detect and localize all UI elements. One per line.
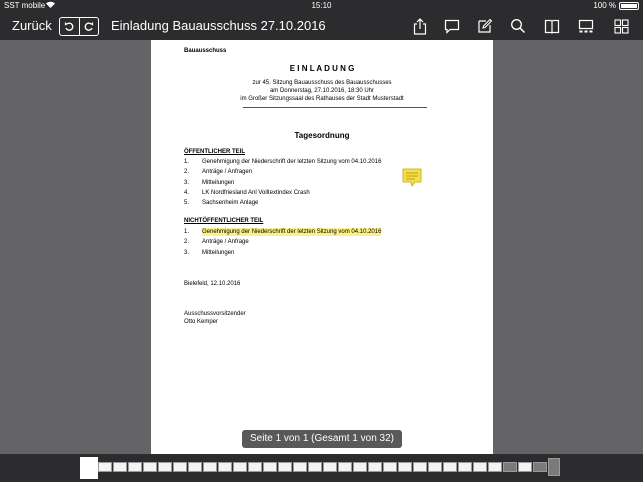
text-highlight[interactable]: Genehmigung der Niederschrift der letzte… bbox=[202, 228, 382, 236]
search-button[interactable] bbox=[509, 17, 527, 35]
organizer-label: Bauausschuss bbox=[184, 48, 227, 54]
page-thumbnail[interactable] bbox=[413, 462, 427, 472]
share-icon bbox=[413, 17, 427, 35]
comment-button[interactable] bbox=[443, 17, 461, 35]
signer-role: Ausschussvorsitzender bbox=[184, 311, 246, 317]
page-thumbnail[interactable] bbox=[533, 462, 547, 472]
page-thumbnail[interactable] bbox=[173, 462, 187, 472]
search-icon bbox=[511, 19, 526, 34]
page-thumbnail[interactable] bbox=[443, 462, 457, 472]
page-thumbnail[interactable] bbox=[338, 462, 352, 472]
agenda-title: Tagesordnung bbox=[294, 131, 350, 140]
pencil-square-icon bbox=[478, 18, 493, 33]
page-thumbnail[interactable] bbox=[428, 462, 442, 472]
page-thumbnail[interactable] bbox=[143, 462, 157, 472]
page-thumbnail[interactable] bbox=[383, 462, 397, 472]
reading-mode-button[interactable] bbox=[543, 17, 561, 35]
filmstrip-icon bbox=[578, 19, 594, 32]
page-thumbnail[interactable] bbox=[80, 457, 98, 479]
intro-line: im Großer Sitzungssaal des Rathauses der… bbox=[240, 96, 404, 102]
page-thumbnail[interactable] bbox=[323, 462, 337, 472]
comment-icon bbox=[444, 19, 460, 34]
thumbnail-strip-button[interactable] bbox=[577, 17, 595, 35]
undo-icon bbox=[64, 22, 74, 31]
page-thumbnail[interactable] bbox=[503, 462, 517, 472]
redo-icon bbox=[84, 22, 94, 31]
page-thumbnail[interactable] bbox=[263, 462, 277, 472]
page-thumbnail[interactable] bbox=[473, 462, 487, 472]
signer-name: Otto Kemper bbox=[184, 319, 219, 325]
document-title: Einladung Bauausschuss 27.10.2016 bbox=[111, 18, 326, 33]
page-thumbnail[interactable] bbox=[203, 462, 217, 472]
share-button[interactable] bbox=[411, 17, 429, 35]
undo-redo-group bbox=[59, 17, 99, 36]
page-thumbnail[interactable] bbox=[458, 462, 472, 472]
page-thumbnail[interactable] bbox=[188, 462, 202, 472]
edit-button[interactable] bbox=[476, 17, 494, 35]
page-thumbnail[interactable] bbox=[368, 462, 382, 472]
page-thumbnail[interactable] bbox=[548, 458, 560, 476]
page-thumbnail[interactable] bbox=[98, 462, 112, 472]
divider bbox=[243, 107, 427, 108]
page-thumbnail[interactable] bbox=[353, 462, 367, 472]
battery-indicator: 100 % bbox=[593, 0, 639, 12]
page-thumbnail[interactable] bbox=[113, 462, 127, 472]
page-thumbnail[interactable] bbox=[293, 462, 307, 472]
intro-line: zur 45. Sitzung Bauausschuss des Bauauss… bbox=[252, 80, 392, 86]
page-indicator: Seite 1 von 1 (Gesamt 1 von 32) bbox=[242, 430, 402, 448]
page-thumbnail[interactable] bbox=[308, 462, 322, 472]
thumbnail-bar bbox=[0, 454, 643, 482]
invitation-heading: E I N L A D U N G bbox=[289, 64, 355, 73]
note-icon[interactable] bbox=[402, 168, 422, 188]
document-page[interactable]: Bauausschuss E I N L A D U N G zur 45. S… bbox=[151, 40, 493, 454]
intro-line: am Donnerstag, 27.10.2016, 18:30 Uhr bbox=[269, 88, 375, 94]
page-thumbnail[interactable] bbox=[488, 462, 502, 472]
page-thumbnail[interactable] bbox=[233, 462, 247, 472]
status-bar: SST mobile 15:10 100 % bbox=[0, 0, 643, 12]
redo-button[interactable] bbox=[78, 18, 99, 35]
page-thumbnail[interactable] bbox=[218, 462, 232, 472]
battery-icon bbox=[619, 2, 639, 10]
page-thumbnail[interactable] bbox=[278, 462, 292, 472]
page-thumbnail[interactable] bbox=[128, 462, 142, 472]
page-thumbnail[interactable] bbox=[248, 462, 262, 472]
grid-icon bbox=[613, 18, 629, 34]
battery-percent: 100 % bbox=[593, 1, 616, 10]
nav-bar: Zurück Einladung Bauausschuss 27.10.2016 bbox=[0, 12, 643, 40]
page-thumbnail[interactable] bbox=[518, 462, 532, 472]
public-section-title: ÖFFENTLICHER TEIL bbox=[184, 149, 245, 155]
place-date: Bielefeld, 12.10.2016 bbox=[184, 281, 241, 287]
page-thumbnail[interactable] bbox=[398, 462, 412, 472]
back-button[interactable]: Zurück bbox=[12, 18, 52, 33]
book-icon bbox=[544, 19, 560, 34]
private-section-title: NICHTÖFFENTLICHER TEIL bbox=[184, 218, 264, 224]
grid-view-button[interactable] bbox=[612, 17, 630, 35]
clock: 15:10 bbox=[311, 1, 332, 10]
undo-button[interactable] bbox=[60, 18, 79, 35]
page-thumbnail[interactable] bbox=[158, 462, 172, 472]
